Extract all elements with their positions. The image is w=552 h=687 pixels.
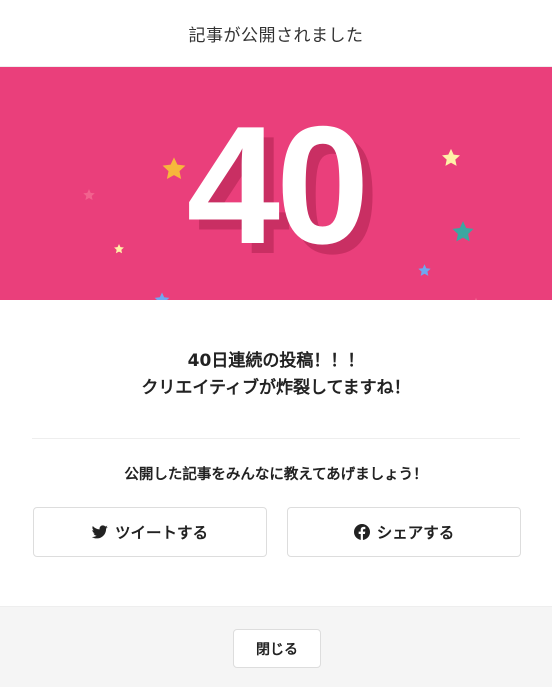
congrats-line-1: 40日連続の投稿！！！ bbox=[187, 351, 365, 371]
tweet-button[interactable]: ツイートする bbox=[33, 507, 267, 557]
divider bbox=[32, 438, 520, 439]
modal-header: 記事が公開されました bbox=[0, 0, 552, 67]
share-prompt: 公開した記事をみんなに教えてあげましょう！ bbox=[124, 467, 428, 483]
streak-banner: 40 bbox=[0, 67, 552, 300]
congrats-line-2: クリエイティブが炸裂してますね！ bbox=[141, 378, 411, 398]
facebook-icon bbox=[353, 524, 370, 540]
facebook-share-label: シェアする bbox=[376, 524, 455, 542]
congrats-message: 40日連続の投稿！！！ クリエイティブが炸裂してますね！ bbox=[0, 348, 552, 402]
tweet-button-label: ツイートする bbox=[114, 524, 208, 542]
modal-footer: 閉じる bbox=[0, 606, 552, 687]
facebook-share-button[interactable]: シェアする bbox=[287, 507, 521, 557]
streak-count: 40 bbox=[186, 91, 370, 279]
modal-title: 記事が公開されました bbox=[188, 25, 364, 46]
close-button[interactable]: 閉じる bbox=[233, 629, 321, 668]
twitter-bird-icon bbox=[91, 525, 108, 539]
